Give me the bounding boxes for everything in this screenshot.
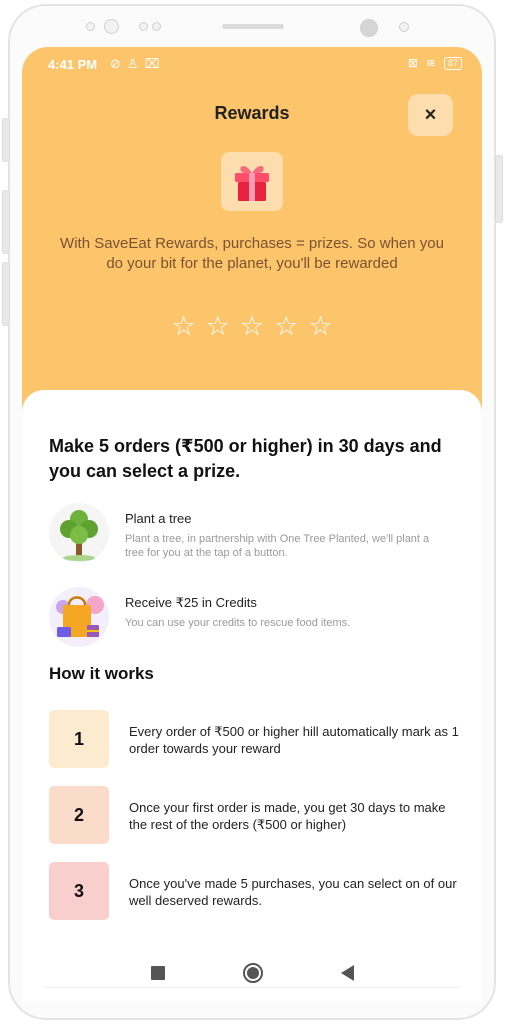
how-it-works-title: How it works <box>49 664 154 683</box>
earpiece-speaker <box>222 24 284 29</box>
status-system-icons: ⊠ ≋ 87 <box>408 56 462 70</box>
side-button <box>2 262 10 326</box>
step-item: 1 Every order of ₹500 or higher hill aut… <box>49 710 469 770</box>
alarm-off-icon: ⊘ <box>110 56 127 71</box>
reward-option-tree[interactable]: Plant a tree Plant a tree, in partnershi… <box>49 503 469 565</box>
step-number: 1 <box>49 710 109 768</box>
option-title: Receive ₹25 in Credits <box>125 595 257 610</box>
option-description: You can use your credits to rescue food … <box>125 617 351 629</box>
reward-option-credits[interactable]: Receive ₹25 in Credits You can use your … <box>49 587 469 649</box>
step-text: Every order of ₹500 or higher hill autom… <box>129 724 459 756</box>
shopping-bag-icon <box>49 587 109 647</box>
side-button <box>495 155 503 223</box>
step-number: 2 <box>49 786 109 844</box>
battery-icon: 87 <box>443 56 462 70</box>
status-notification-icons: ⊘♙⌧ <box>110 56 166 72</box>
close-icon: × <box>424 103 437 126</box>
intro-text: With SaveEat Rewards, purchases = prizes… <box>60 235 444 272</box>
gift-icon-tile <box>221 152 283 211</box>
step-text: Once you've made 5 purchases, you can se… <box>129 876 457 908</box>
front-camera <box>104 19 119 34</box>
star-icon: ☆ <box>205 311 230 341</box>
status-bar: 4:41 PM ⊘♙⌧ ⊠ ≋ 87 <box>22 47 482 83</box>
side-button <box>2 118 10 162</box>
step-item: 2 Once your first order is made, you get… <box>49 786 469 846</box>
rewards-sheet[interactable]: Make 5 orders (₹500 or higher) in 30 day… <box>22 390 482 1002</box>
star-icon: ☆ <box>171 311 196 341</box>
option-description: Plant a tree, in partnership with One Tr… <box>125 533 430 559</box>
wifi-icon: ≋ <box>425 56 436 70</box>
step-text: Once your first order is made, you get 3… <box>129 800 446 832</box>
option-title: Plant a tree <box>125 511 192 526</box>
sensor-dot <box>152 22 161 31</box>
tree-icon <box>49 503 109 563</box>
sensor-dot <box>399 22 409 32</box>
sensor-dot <box>139 22 148 31</box>
step-number: 3 <box>49 862 109 920</box>
proximity-sensor <box>360 19 378 37</box>
star-icon: ☆ <box>274 311 299 341</box>
home-icon[interactable] <box>242 963 263 983</box>
rewards-header: 4:41 PM ⊘♙⌧ ⊠ ≋ 87 Rewards × With SaveEa… <box>22 47 482 417</box>
progress-stars: ☆ ☆ ☆ ☆ ☆ <box>22 311 482 341</box>
recent-apps-icon[interactable] <box>150 966 165 980</box>
close-button[interactable]: × <box>408 94 453 136</box>
person-icon: ♙ <box>126 56 145 71</box>
back-icon[interactable] <box>340 965 354 981</box>
sensor-dot <box>86 22 95 31</box>
step-item: 3 Once you've made 5 purchases, you can … <box>49 862 469 922</box>
side-button <box>2 190 10 254</box>
star-icon: ☆ <box>239 311 265 341</box>
android-nav-bar <box>22 948 482 998</box>
trash-icon: ⌧ <box>144 56 166 71</box>
star-icon: ☆ <box>308 311 333 341</box>
gift-icon <box>235 165 269 201</box>
rewards-headline: Make 5 orders (₹500 or higher) in 30 day… <box>49 436 442 481</box>
app-screen: 4:41 PM ⊘♙⌧ ⊠ ≋ 87 Rewards × With SaveEa… <box>22 47 482 1002</box>
no-sim-icon: ⊠ <box>407 56 418 70</box>
status-time: 4:41 PM <box>48 57 98 72</box>
